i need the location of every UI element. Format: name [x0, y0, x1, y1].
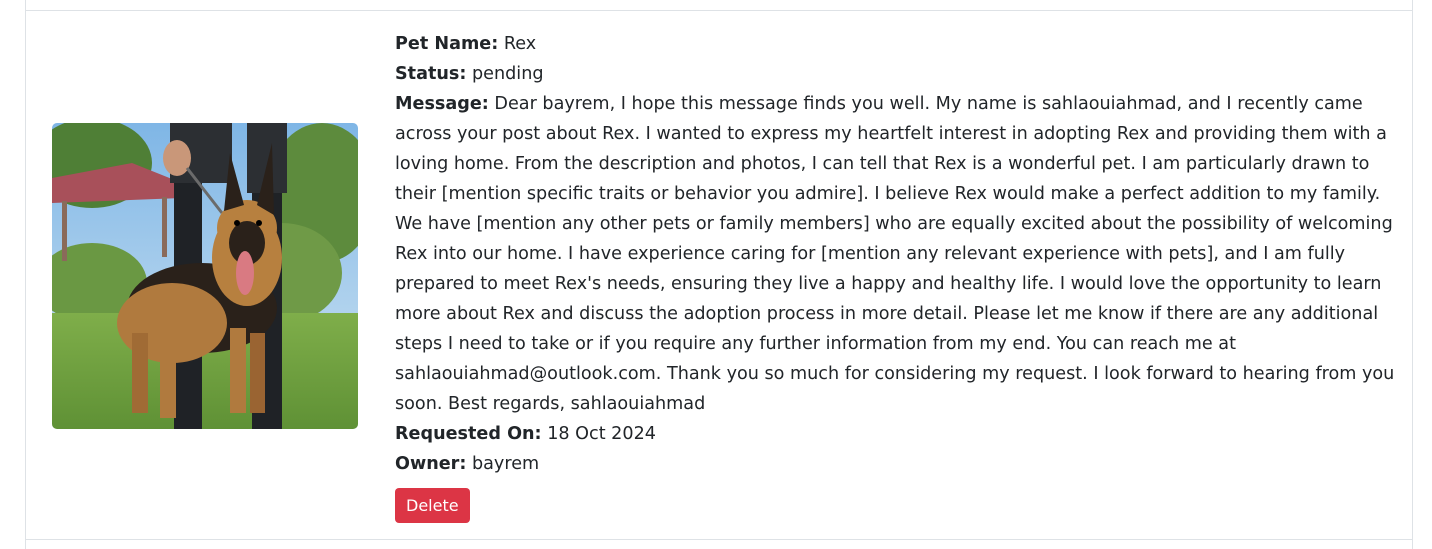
adoption-request-card: Pet Name: Rex Status: pending Message: D…: [26, 10, 1412, 540]
requested-on-label: Requested On:: [395, 424, 542, 444]
status-row: Status: pending: [395, 59, 1395, 89]
dog-image-icon: [52, 123, 358, 429]
owner-row: Owner: bayrem: [395, 449, 1395, 479]
pet-name-label: Pet Name:: [395, 34, 499, 54]
owner-value: bayrem: [471, 454, 540, 474]
requested-on-row: Requested On: 18 Oct 2024: [395, 419, 1395, 449]
request-details: Pet Name: Rex Status: pending Message: D…: [395, 29, 1395, 523]
delete-button[interactable]: Delete: [395, 488, 470, 523]
pet-name-row: Pet Name: Rex: [395, 29, 1395, 59]
message-label: Message:: [395, 94, 489, 114]
message-row: Message: Dear bayrem, I hope this messag…: [395, 89, 1395, 419]
pet-photo: [52, 123, 358, 429]
status-label: Status:: [395, 64, 467, 84]
requested-on-value: 18 Oct 2024: [547, 424, 656, 444]
pet-name-value: Rex: [503, 34, 537, 54]
message-value: Dear bayrem, I hope this message finds y…: [395, 94, 1395, 414]
owner-label: Owner:: [395, 454, 467, 474]
status-value: pending: [472, 64, 544, 84]
page: Pet Name: Rex Status: pending Message: D…: [25, 0, 1413, 549]
